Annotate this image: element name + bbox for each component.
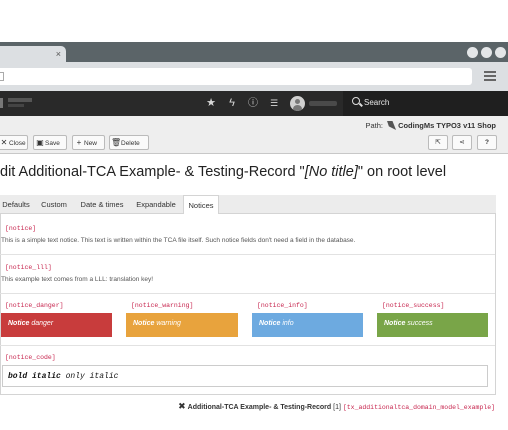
username[interactable] [309, 101, 337, 106]
notice-warning-callout: Notice warning [126, 313, 238, 337]
search-toolbar-item[interactable]: Search [343, 91, 508, 116]
browser-tab-bar: × [0, 42, 508, 62]
path-label: Path: [365, 121, 383, 130]
save-button[interactable]: ▣Save [33, 135, 67, 150]
tab-defaults[interactable]: Defaults [0, 195, 32, 214]
doc-header: Path: CodingMs TYPO3 v11 Shop ✕ Close ▣Sa… [0, 116, 508, 154]
page-title: dit Additional-TCA Example- & Testing-Re… [0, 164, 447, 180]
notice-code-box: bold italic only italic [2, 365, 488, 387]
divider [0, 293, 495, 294]
view-webpage-button[interactable]: ⇱ [428, 135, 448, 150]
typo3-page-icon [387, 121, 397, 130]
notice-text: This is a simple text notice. This text … [1, 237, 356, 244]
share-button[interactable]: ⋖ [452, 135, 472, 150]
record-uid: [1] [333, 404, 341, 411]
help-icon[interactable]: ⓘ [246, 97, 260, 110]
share-icon: ⋖ [459, 139, 465, 146]
tab-expandable[interactable]: Expandable [132, 195, 180, 214]
notice-code-key: [notice_code] [5, 354, 56, 361]
help-button[interactable]: ? [477, 135, 497, 150]
close-icon: ✕ [0, 138, 8, 147]
external-link-icon: ⇱ [435, 139, 441, 146]
notice-key: [notice] [5, 225, 37, 232]
notice-lll-text: This example text comes from a LLL: tran… [1, 276, 154, 283]
code-italic: only italic [65, 372, 119, 381]
divider [0, 254, 495, 255]
help-question-icon: ? [485, 139, 489, 146]
list-icon[interactable]: ☰ [267, 97, 281, 110]
tab-notices[interactable]: Notices [183, 195, 219, 215]
search-label: Search [364, 98, 390, 107]
tab-date-times[interactable]: Date & times [76, 195, 128, 214]
divider [0, 345, 495, 346]
plus-icon: + [76, 138, 82, 147]
notice-success-key: [notice_success] [382, 302, 445, 309]
code-bold-italic: bold italic [8, 372, 61, 381]
search-icon [352, 97, 360, 105]
delete-button[interactable]: 🗑Delete [109, 135, 149, 150]
tab-bar: Defaults Custom Date & times Expandable … [0, 195, 496, 215]
notice-danger-key: [notice_danger] [5, 302, 64, 309]
tab-close-icon[interactable]: × [56, 48, 61, 60]
trash-icon: 🗑 [111, 138, 122, 147]
flash-cache-icon[interactable]: ϟ [225, 97, 239, 110]
url-input[interactable] [0, 68, 472, 85]
new-button[interactable]: + New [72, 135, 105, 150]
path-value[interactable]: CodingMs TYPO3 v11 Shop [398, 121, 496, 130]
site-logo [0, 96, 40, 110]
avatar[interactable] [290, 96, 305, 111]
page-icon [0, 72, 4, 81]
maximize-button[interactable] [481, 47, 492, 58]
browser-tab[interactable]: × [0, 46, 66, 62]
typo3-toolbar: ★ ϟ ⓘ ☰ Search [0, 91, 508, 116]
record-table: [tx_additionaltca_domain_model_example] [342, 404, 495, 411]
tools-icon: ✖ [178, 401, 186, 411]
close-window-button[interactable] [495, 47, 506, 58]
notice-success-callout: Notice success [377, 313, 488, 337]
save-icon: ▣ [36, 138, 44, 147]
page: × ★ ϟ ⓘ ☰ Search Path: CodingMs TYPO3 v1… [0, 0, 508, 430]
notice-danger-callout: Notice danger [1, 313, 112, 337]
bookmark-star-icon[interactable]: ★ [204, 97, 218, 110]
notice-info-callout: Notice info [252, 313, 363, 337]
browser-menu-icon[interactable] [484, 71, 496, 83]
notice-info-key: [notice_info] [257, 302, 308, 309]
record-info-footer: ✖ Additional-TCA Example- & Testing-Reco… [178, 401, 495, 412]
record-title: Additional-TCA Example- & Testing-Record [187, 404, 332, 411]
minimize-button[interactable] [467, 47, 478, 58]
breadcrumb: Path: CodingMs TYPO3 v11 Shop [365, 121, 496, 130]
close-button[interactable]: ✕ Close [0, 135, 28, 150]
address-bar [0, 62, 508, 91]
tab-custom[interactable]: Custom [36, 195, 72, 214]
notice-warning-key: [notice_warning] [131, 302, 194, 309]
notice-lll-key: [notice_lll] [5, 264, 52, 271]
